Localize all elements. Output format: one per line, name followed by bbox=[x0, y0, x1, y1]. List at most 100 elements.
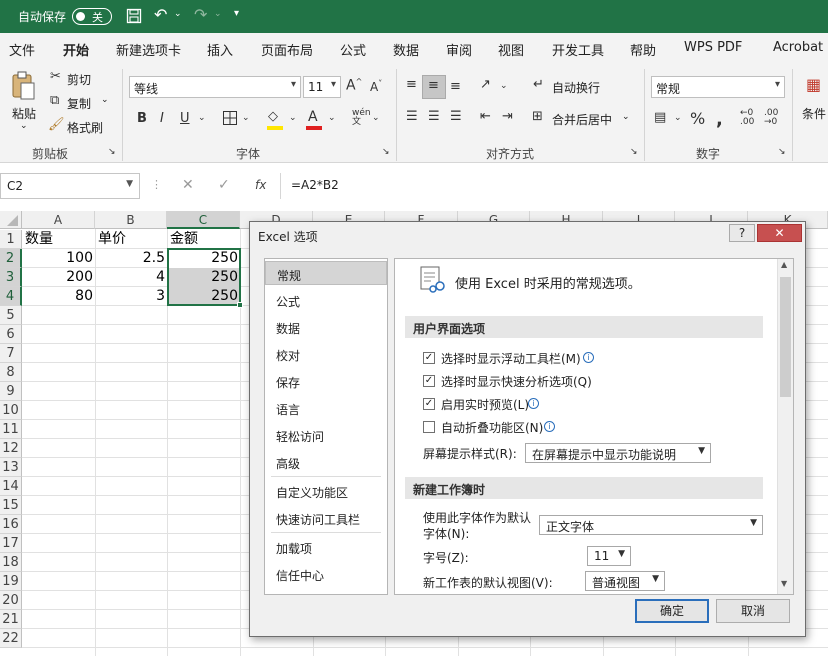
align-bottom-icon[interactable]: ≡ bbox=[450, 79, 461, 94]
default-view-select[interactable]: 普通视图 ▼ bbox=[585, 571, 665, 591]
row-header[interactable]: 21 bbox=[0, 610, 22, 629]
row-header[interactable]: 4 bbox=[0, 287, 22, 306]
copy-dropdown-icon[interactable]: ⌄ bbox=[101, 95, 109, 105]
decrease-decimal-icon[interactable]: .00 →0 bbox=[764, 109, 778, 127]
merge-center-label[interactable]: 合并后居中 bbox=[552, 111, 612, 128]
merge-center-icon[interactable]: ⊞ bbox=[532, 109, 543, 124]
screentip-select[interactable]: 在屏幕提示中显示功能说明 ▼ bbox=[525, 443, 711, 463]
scroll-down-icon[interactable]: ▼ bbox=[781, 579, 787, 588]
ok-button[interactable]: 确定 bbox=[635, 599, 709, 623]
nav-item-accessibility[interactable]: 轻松访问 bbox=[265, 423, 387, 447]
clipboard-launcher-icon[interactable]: ↘ bbox=[108, 147, 116, 157]
row-header[interactable]: 2 bbox=[0, 249, 22, 268]
redo-dropdown-icon[interactable]: ⌄ bbox=[214, 9, 222, 19]
options-scrollbar[interactable]: ▲ ▼ bbox=[777, 259, 793, 594]
tab-developer[interactable]: 开发工具 bbox=[552, 40, 604, 59]
font-launcher-icon[interactable]: ↘ bbox=[382, 147, 390, 157]
column-header-c[interactable]: C bbox=[167, 211, 240, 229]
bold-button[interactable]: B bbox=[137, 111, 147, 126]
row-header[interactable]: 14 bbox=[0, 477, 22, 496]
column-header-a[interactable]: A bbox=[22, 211, 95, 229]
autosave-toggle[interactable]: 关 bbox=[72, 8, 112, 25]
name-box[interactable]: C2 ▼ bbox=[0, 173, 140, 199]
increase-decimal-icon[interactable]: ←0.00 bbox=[740, 109, 754, 127]
splitter-icon[interactable]: ⋮ bbox=[151, 178, 162, 191]
tab-insert[interactable]: 插入 bbox=[207, 40, 233, 59]
conditional-format-icon[interactable]: ▦ bbox=[806, 75, 821, 94]
paste-icon[interactable] bbox=[10, 71, 36, 101]
underline-dropdown-icon[interactable]: ⌄ bbox=[198, 113, 206, 123]
copy-icon[interactable]: ⧉ bbox=[50, 93, 59, 108]
undo-dropdown-icon[interactable]: ⌄ bbox=[174, 9, 182, 19]
tab-new-tab[interactable]: 新建选项卡 bbox=[116, 40, 181, 59]
nav-item-quick-access[interactable]: 快速访问工具栏 bbox=[265, 506, 387, 530]
decrease-indent-icon[interactable]: ⇤ bbox=[480, 109, 491, 124]
row-header[interactable]: 19 bbox=[0, 572, 22, 591]
cell-a1[interactable]: 数量 bbox=[23, 230, 95, 249]
row-header[interactable]: 13 bbox=[0, 458, 22, 477]
nav-item-save[interactable]: 保存 bbox=[265, 369, 387, 393]
tab-review[interactable]: 审阅 bbox=[446, 40, 472, 59]
label-quick-analysis[interactable]: 选择时显示快速分析选项(Q) bbox=[441, 373, 592, 390]
orientation-dropdown-icon[interactable]: ⌄ bbox=[500, 81, 508, 91]
underline-button[interactable]: U bbox=[180, 111, 190, 126]
fill-dropdown-icon[interactable]: ⌄ bbox=[289, 113, 297, 123]
tab-data[interactable]: 数据 bbox=[393, 40, 419, 59]
align-middle-icon[interactable]: ≡ bbox=[428, 78, 439, 93]
tab-page-layout[interactable]: 页面布局 bbox=[261, 40, 313, 59]
label-collapse-ribbon[interactable]: 自动折叠功能区(N) bbox=[441, 419, 543, 436]
cell-a4[interactable]: 80 bbox=[23, 287, 95, 306]
wrap-text-label[interactable]: 自动换行 bbox=[552, 79, 600, 96]
tab-home[interactable]: 开始 bbox=[63, 40, 90, 66]
row-header[interactable]: 22 bbox=[0, 629, 22, 648]
font-size-select[interactable]: 11 ▼ bbox=[587, 546, 631, 566]
nav-item-customize-ribbon[interactable]: 自定义功能区 bbox=[265, 479, 387, 503]
row-header[interactable]: 10 bbox=[0, 401, 22, 420]
checkbox-collapse-ribbon[interactable] bbox=[423, 421, 435, 433]
label-live-preview[interactable]: 启用实时预览(L) bbox=[441, 396, 529, 413]
cut-label[interactable]: 剪切 bbox=[67, 71, 91, 88]
font-size-select[interactable]: 11 ▾ bbox=[303, 76, 341, 98]
nav-item-addins[interactable]: 加载项 bbox=[265, 535, 387, 559]
italic-button[interactable]: I bbox=[160, 111, 164, 126]
nav-item-data[interactable]: 数据 bbox=[265, 315, 387, 339]
paste-dropdown-icon[interactable]: ⌄ bbox=[20, 121, 28, 131]
checkbox-quick-analysis[interactable]: ✓ bbox=[423, 375, 435, 387]
cell-b4[interactable]: 3 bbox=[96, 287, 167, 306]
tab-formulas[interactable]: 公式 bbox=[340, 40, 366, 59]
row-header[interactable]: 3 bbox=[0, 268, 22, 287]
nav-item-formulas[interactable]: 公式 bbox=[265, 288, 387, 312]
insert-function-icon[interactable]: fx bbox=[255, 178, 266, 192]
row-header[interactable]: 6 bbox=[0, 325, 22, 344]
cancel-icon[interactable]: ✕ bbox=[182, 177, 194, 193]
cancel-button[interactable]: 取消 bbox=[716, 599, 790, 623]
close-button[interactable]: ✕ bbox=[757, 224, 802, 242]
row-header[interactable]: 20 bbox=[0, 591, 22, 610]
nav-item-proofing[interactable]: 校对 bbox=[265, 342, 387, 366]
align-left-icon[interactable]: ☰ bbox=[406, 109, 418, 124]
phonetic-dropdown-icon[interactable]: ⌄ bbox=[372, 113, 380, 123]
increase-indent-icon[interactable]: ⇥ bbox=[502, 109, 513, 124]
alignment-launcher-icon[interactable]: ↘ bbox=[630, 147, 638, 157]
cell-c1[interactable]: 金额 bbox=[168, 230, 240, 249]
tab-help[interactable]: 帮助 bbox=[630, 40, 656, 59]
wrap-text-icon[interactable]: ↵ bbox=[533, 77, 544, 92]
cell-a3[interactable]: 200 bbox=[23, 268, 95, 287]
scroll-up-icon[interactable]: ▲ bbox=[781, 260, 787, 269]
align-right-icon[interactable]: ☰ bbox=[450, 109, 462, 124]
fill-color-icon[interactable]: ◇ bbox=[268, 109, 278, 124]
nav-item-general[interactable]: 常规 bbox=[265, 261, 387, 285]
border-dropdown-icon[interactable]: ⌄ bbox=[242, 113, 250, 123]
phonetic-icon[interactable]: wén 文 bbox=[352, 109, 371, 127]
number-format-select[interactable]: 常规 ▾ bbox=[651, 76, 785, 98]
border-icon[interactable] bbox=[222, 110, 238, 126]
tab-acrobat[interactable]: Acrobat bbox=[773, 40, 823, 55]
row-header[interactable]: 1 bbox=[0, 230, 22, 249]
accounting-format-icon[interactable]: ▤ bbox=[654, 110, 666, 125]
cell-b3[interactable]: 4 bbox=[96, 268, 167, 287]
tab-file[interactable]: 文件 bbox=[9, 40, 35, 59]
row-header[interactable]: 18 bbox=[0, 553, 22, 572]
increase-font-icon[interactable]: A^ bbox=[346, 77, 362, 94]
orientation-icon[interactable]: ↗ bbox=[480, 77, 491, 92]
tab-view[interactable]: 视图 bbox=[498, 40, 524, 59]
